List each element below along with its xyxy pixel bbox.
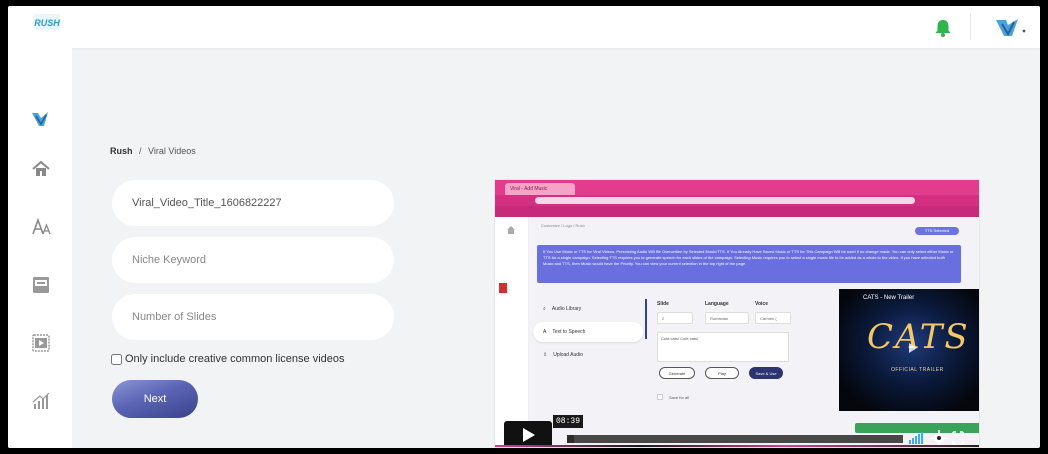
video-title-input[interactable] [112, 180, 394, 226]
video-timestamp: 08:39 [553, 415, 584, 428]
embedded-recording-marker [499, 283, 507, 293]
bell-icon[interactable] [933, 18, 953, 38]
number-of-slides-input[interactable] [112, 294, 394, 340]
rush-logo[interactable]: RUSH [34, 12, 60, 32]
settings-gear-icon [931, 430, 947, 446]
trailer-play-icon [909, 343, 917, 353]
video-player-icon[interactable] [30, 332, 52, 354]
embedded-tts-badge: TTS Selected [915, 227, 959, 235]
text-font-icon[interactable] [30, 216, 52, 238]
search-icon: ⌕ [543, 306, 546, 312]
trailer-subtitle: OFFICIAL TRAILER [891, 367, 944, 373]
svg-text:RUSH: RUSH [34, 18, 60, 28]
app-window: RUSH Rush / Viral Videos Viral_Video_Tit… [8, 6, 1040, 448]
embedded-audio-source-list: ⌕ Audio Library A Text to Speech ⇪ Upload A… [533, 299, 643, 379]
embedded-language-label: Language [705, 301, 729, 307]
license-option[interactable]: Only include creative common license vid… [111, 353, 345, 365]
breadcrumb-current: Viral Videos [148, 146, 196, 156]
tutorial-video[interactable]: Viral - Add Music Customize / Logo / Rus… [494, 179, 980, 448]
embedded-voice-select: Carmen ( [755, 312, 791, 324]
embedded-breadcrumb: Customize / Logo / Rush [541, 223, 585, 228]
video-progress-fill [567, 435, 574, 443]
video-player-controls: 08:39 [495, 415, 979, 447]
embedded-save-button: Save & Use [749, 367, 783, 379]
embedded-browser-tabstrip: Viral - Add Music [495, 180, 979, 195]
embedded-audio-item: ⇪ Upload Audio [543, 352, 583, 358]
embedded-audio-item: ⌕ Audio Library [543, 306, 582, 312]
breadcrumb-separator: / [139, 146, 142, 156]
trailer-title: CATS - New Trailer [863, 295, 915, 301]
embedded-voice-label: Voice [755, 301, 768, 307]
home-icon[interactable] [30, 158, 52, 180]
embedded-audio-item-active: A Text to Speech [533, 322, 643, 342]
top-bar: RUSH [8, 6, 1040, 48]
embedded-generate-button: Generate [659, 367, 695, 379]
embedded-taskbar-strip [495, 445, 979, 447]
embedded-language-select: Romanian [705, 312, 749, 324]
embedded-browser-tab: Viral - Add Music [505, 183, 575, 195]
embedded-save-all: Save for all [657, 394, 689, 400]
rush-brand-icon[interactable] [30, 108, 52, 130]
license-checkbox[interactable] [111, 353, 122, 365]
embedded-home-icon [507, 226, 515, 234]
embedded-divider [645, 299, 647, 339]
embedded-cats-trailer: CATS - New Trailer CATS OFFICIAL TRAILER [839, 289, 979, 411]
text-icon: A [543, 329, 547, 335]
volume-icon [909, 432, 923, 444]
embedded-info-banner: If You Use Music or TTS for Viral Videos… [537, 245, 961, 283]
video-play-button[interactable] [504, 421, 552, 447]
embedded-slide-field: 2 [657, 312, 693, 324]
license-checkbox-label: Only include creative common license vid… [125, 353, 345, 365]
breadcrumb-root[interactable]: Rush [110, 146, 133, 156]
analytics-chart-icon[interactable] [30, 390, 52, 412]
play-icon [523, 428, 535, 442]
niche-keyword-input[interactable] [112, 237, 394, 283]
topbar-separator [970, 14, 971, 40]
sidebar [8, 48, 72, 448]
gallery-icon[interactable] [30, 274, 52, 296]
embedded-tts-textarea: Cute cats/ Cute cats/ [657, 332, 789, 362]
embedded-address-bar [495, 195, 979, 206]
video-progress-bar[interactable] [567, 435, 903, 443]
embedded-play-button: Play [705, 367, 739, 379]
embedded-app-main: Customize / Logo / Rush TTS Selected If … [529, 217, 979, 447]
user-avatar-logo-icon[interactable] [994, 16, 1028, 40]
upload-icon: ⇪ [543, 352, 548, 358]
fullscreen-icon [952, 431, 964, 445]
embedded-slide-label: Slide [657, 301, 669, 307]
breadcrumb: Rush / Viral Videos [110, 146, 196, 156]
embedded-app-sidebar [495, 217, 529, 447]
next-button[interactable]: Next [112, 380, 198, 418]
embedded-bookmarks-bar [495, 206, 979, 217]
